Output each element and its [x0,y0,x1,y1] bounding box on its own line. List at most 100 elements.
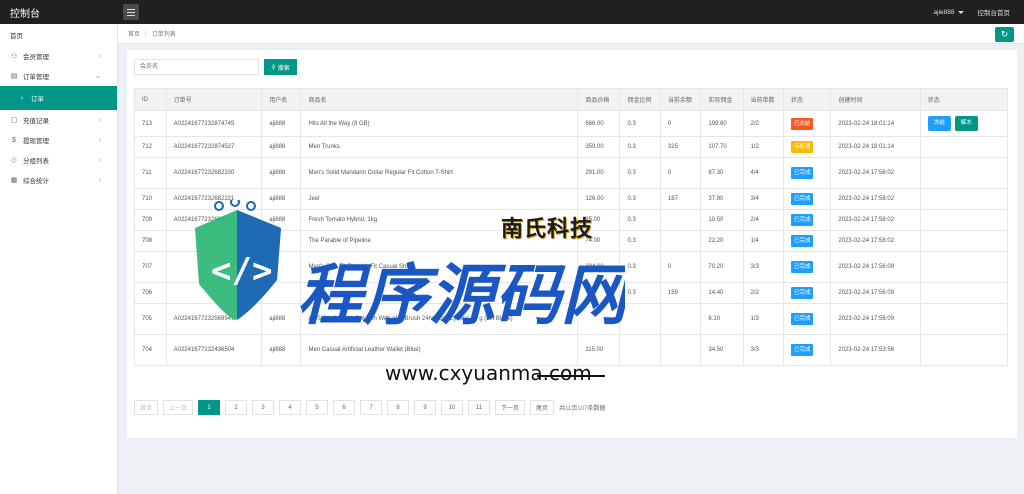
cell-id: 706 [134,282,167,304]
cell-id: 705 [134,303,167,335]
sidebar: 首页 ⚇ 会员管理 ‹ ▤ 订单管理 ⌄ › 订单 ▢ 充值记录 ‹ $ 提现管… [0,24,118,494]
cell-id: 709 [134,209,167,231]
cell-order-no: A02241677232569547 [165,303,263,335]
column-header: 佣金比例 [619,88,661,111]
table-row: 711 A02241677232682330 aji888 Men's Solid M… [134,157,1009,189]
page-2-button[interactable]: 2 [225,400,248,415]
chevron-left-icon: ‹ [98,136,101,144]
page-9-button[interactable]: 9 [414,400,437,415]
refresh-button[interactable]: ↻ [995,27,1014,42]
page-7-button[interactable]: 7 [360,400,383,415]
unfreeze-button[interactable]: 解冻 [954,116,978,131]
group-icon: ◇ [11,157,17,164]
column-header: 订单号 [165,88,263,111]
cell-balance [659,209,702,231]
cell-balance: 159 [659,282,702,304]
sidebar-item-groups[interactable]: ◇ 分组列表 ‹ [0,150,117,170]
first-page-button[interactable]: 首页 [134,400,159,415]
menu-toggle-icon[interactable] [123,4,139,20]
order-icon: ▤ [10,73,18,80]
sidebar-item-withdraw[interactable]: $ 提现管理 ‹ [0,130,117,150]
member-name-input[interactable] [134,59,259,75]
caret-down-icon [957,10,964,14]
page-3-button[interactable]: 3 [252,400,275,415]
cell-commission: 87.30 [700,157,744,189]
prev-page-button[interactable]: 上一页 [163,400,194,415]
cell-status: 已完成 [782,209,832,231]
sidebar-item-label: 订单管理 [23,74,49,81]
cell-actions [919,157,1009,189]
cell-price: 126.00 [577,188,621,210]
refresh-icon: ↻ [1000,29,1009,39]
top-bar: 控制台 ajie888 控制台首页 [0,0,1024,24]
sidebar-item-orders[interactable]: ▤ 订单管理 ⌄ [0,66,117,86]
cell-actions: 冻结 解冻 [919,110,1009,137]
cell-id: 708 [134,230,167,252]
cell-balance: 0 [659,110,702,137]
user-menu[interactable]: ajie888 [934,9,964,16]
page-11-button[interactable]: 11 [468,400,491,415]
page-4-button[interactable]: 4 [279,400,302,415]
freeze-button[interactable]: 冻结 [927,116,951,131]
sidebar-item-order-list[interactable]: › 订单 [0,86,117,110]
cell-rate: 0.3 [619,251,661,283]
cell-product: Jeel [300,188,579,210]
sidebar-item-label: 分组列表 [23,158,49,165]
cell-status: 已完成 [782,157,832,189]
cell-order-no: A02241677232874527 [165,136,263,158]
cell-order-no [165,251,263,283]
next-page-button[interactable]: 下一页 [495,400,526,415]
cell-actions [919,334,1009,366]
sidebar-item-stats[interactable]: ▦ 综合统计 ‹ [0,170,117,190]
search-icon: ⚲ [271,64,276,71]
console-home-link[interactable]: 控制台首页 [978,7,1011,17]
cell-user [261,251,302,283]
cell-actions [919,282,1009,304]
column-header: 状态 [782,88,832,111]
cell-count: 3/3 [742,334,784,366]
page-6-button[interactable]: 6 [333,400,356,415]
last-page-button[interactable]: 尾页 [530,400,555,415]
cell-id: 712 [134,136,167,158]
cell-product: Hits All the Way (8 GB) [300,110,579,137]
user-icon: ⚇ [10,53,18,60]
table-row: 704 A02241677232436504 aji888 Men Casual Ar… [134,334,1009,366]
cell-user: aji888 [261,209,302,231]
search-button[interactable]: ⚲ 搜索 [264,59,297,75]
breadcrumb-home[interactable]: 首页 [128,29,140,38]
cell-user [261,230,302,252]
sidebar-item-members[interactable]: ⚇ 会员管理 ‹ [0,46,117,66]
cell-count: 1/3 [742,303,784,335]
column-header: 创建时间 [830,88,921,111]
status-badge: 已完成 [790,287,814,299]
table-body: 713 A02241677232874745 aji888 Hits All the … [134,110,1009,366]
table-header-row: ID 订单号 用户名 商品名 商品价格 佣金比例 当前余额 实际佣金 当前单数 状态 创建时间 状态 [134,88,1009,111]
cell-product [300,282,579,304]
table-row: 707 Men's Slim Fit Regular Fit Casual Shi… [134,251,1009,283]
cell-commission: 70.20 [700,251,744,283]
cell-product: Fresh Tomato Hybrid, 1kg [300,209,579,231]
page-1-button[interactable]: 1 [198,400,221,415]
cell-commission: 22.20 [700,230,744,252]
chevron-right-icon: › [20,94,24,102]
column-header: 状态 [919,88,1009,111]
page-5-button[interactable]: 5 [306,400,329,415]
breadcrumb: 首页 / 订单列表 ↻ [118,24,1024,44]
sidebar-item-home[interactable]: 首页 [0,24,117,46]
status-badge: 已冻结 [790,117,814,130]
cell-rate: 0.3 [619,282,661,304]
cell-price: 35.00 [577,209,621,231]
search-bar: ⚲ 搜索 [134,59,297,75]
cell-product: ADS 2 in 1 Black Gel Pen With of & Brush… [300,303,579,335]
cell-balance: 0 [659,157,702,189]
page-8-button[interactable]: 8 [387,400,410,415]
cell-id: 710 [134,188,167,210]
table-row: 709 A02241677232682110 aji888 Fresh Tomato … [134,209,1009,231]
search-button-label: 搜索 [277,65,290,72]
cell-actions [919,209,1009,231]
sidebar-item-recharge[interactable]: ▢ 充值记录 ‹ [0,110,117,130]
column-header: 实际佣金 [700,88,744,111]
cell-user: aji888 [261,303,302,335]
page-10-button[interactable]: 10 [441,400,464,415]
cell-count: 3/4 [742,188,784,210]
